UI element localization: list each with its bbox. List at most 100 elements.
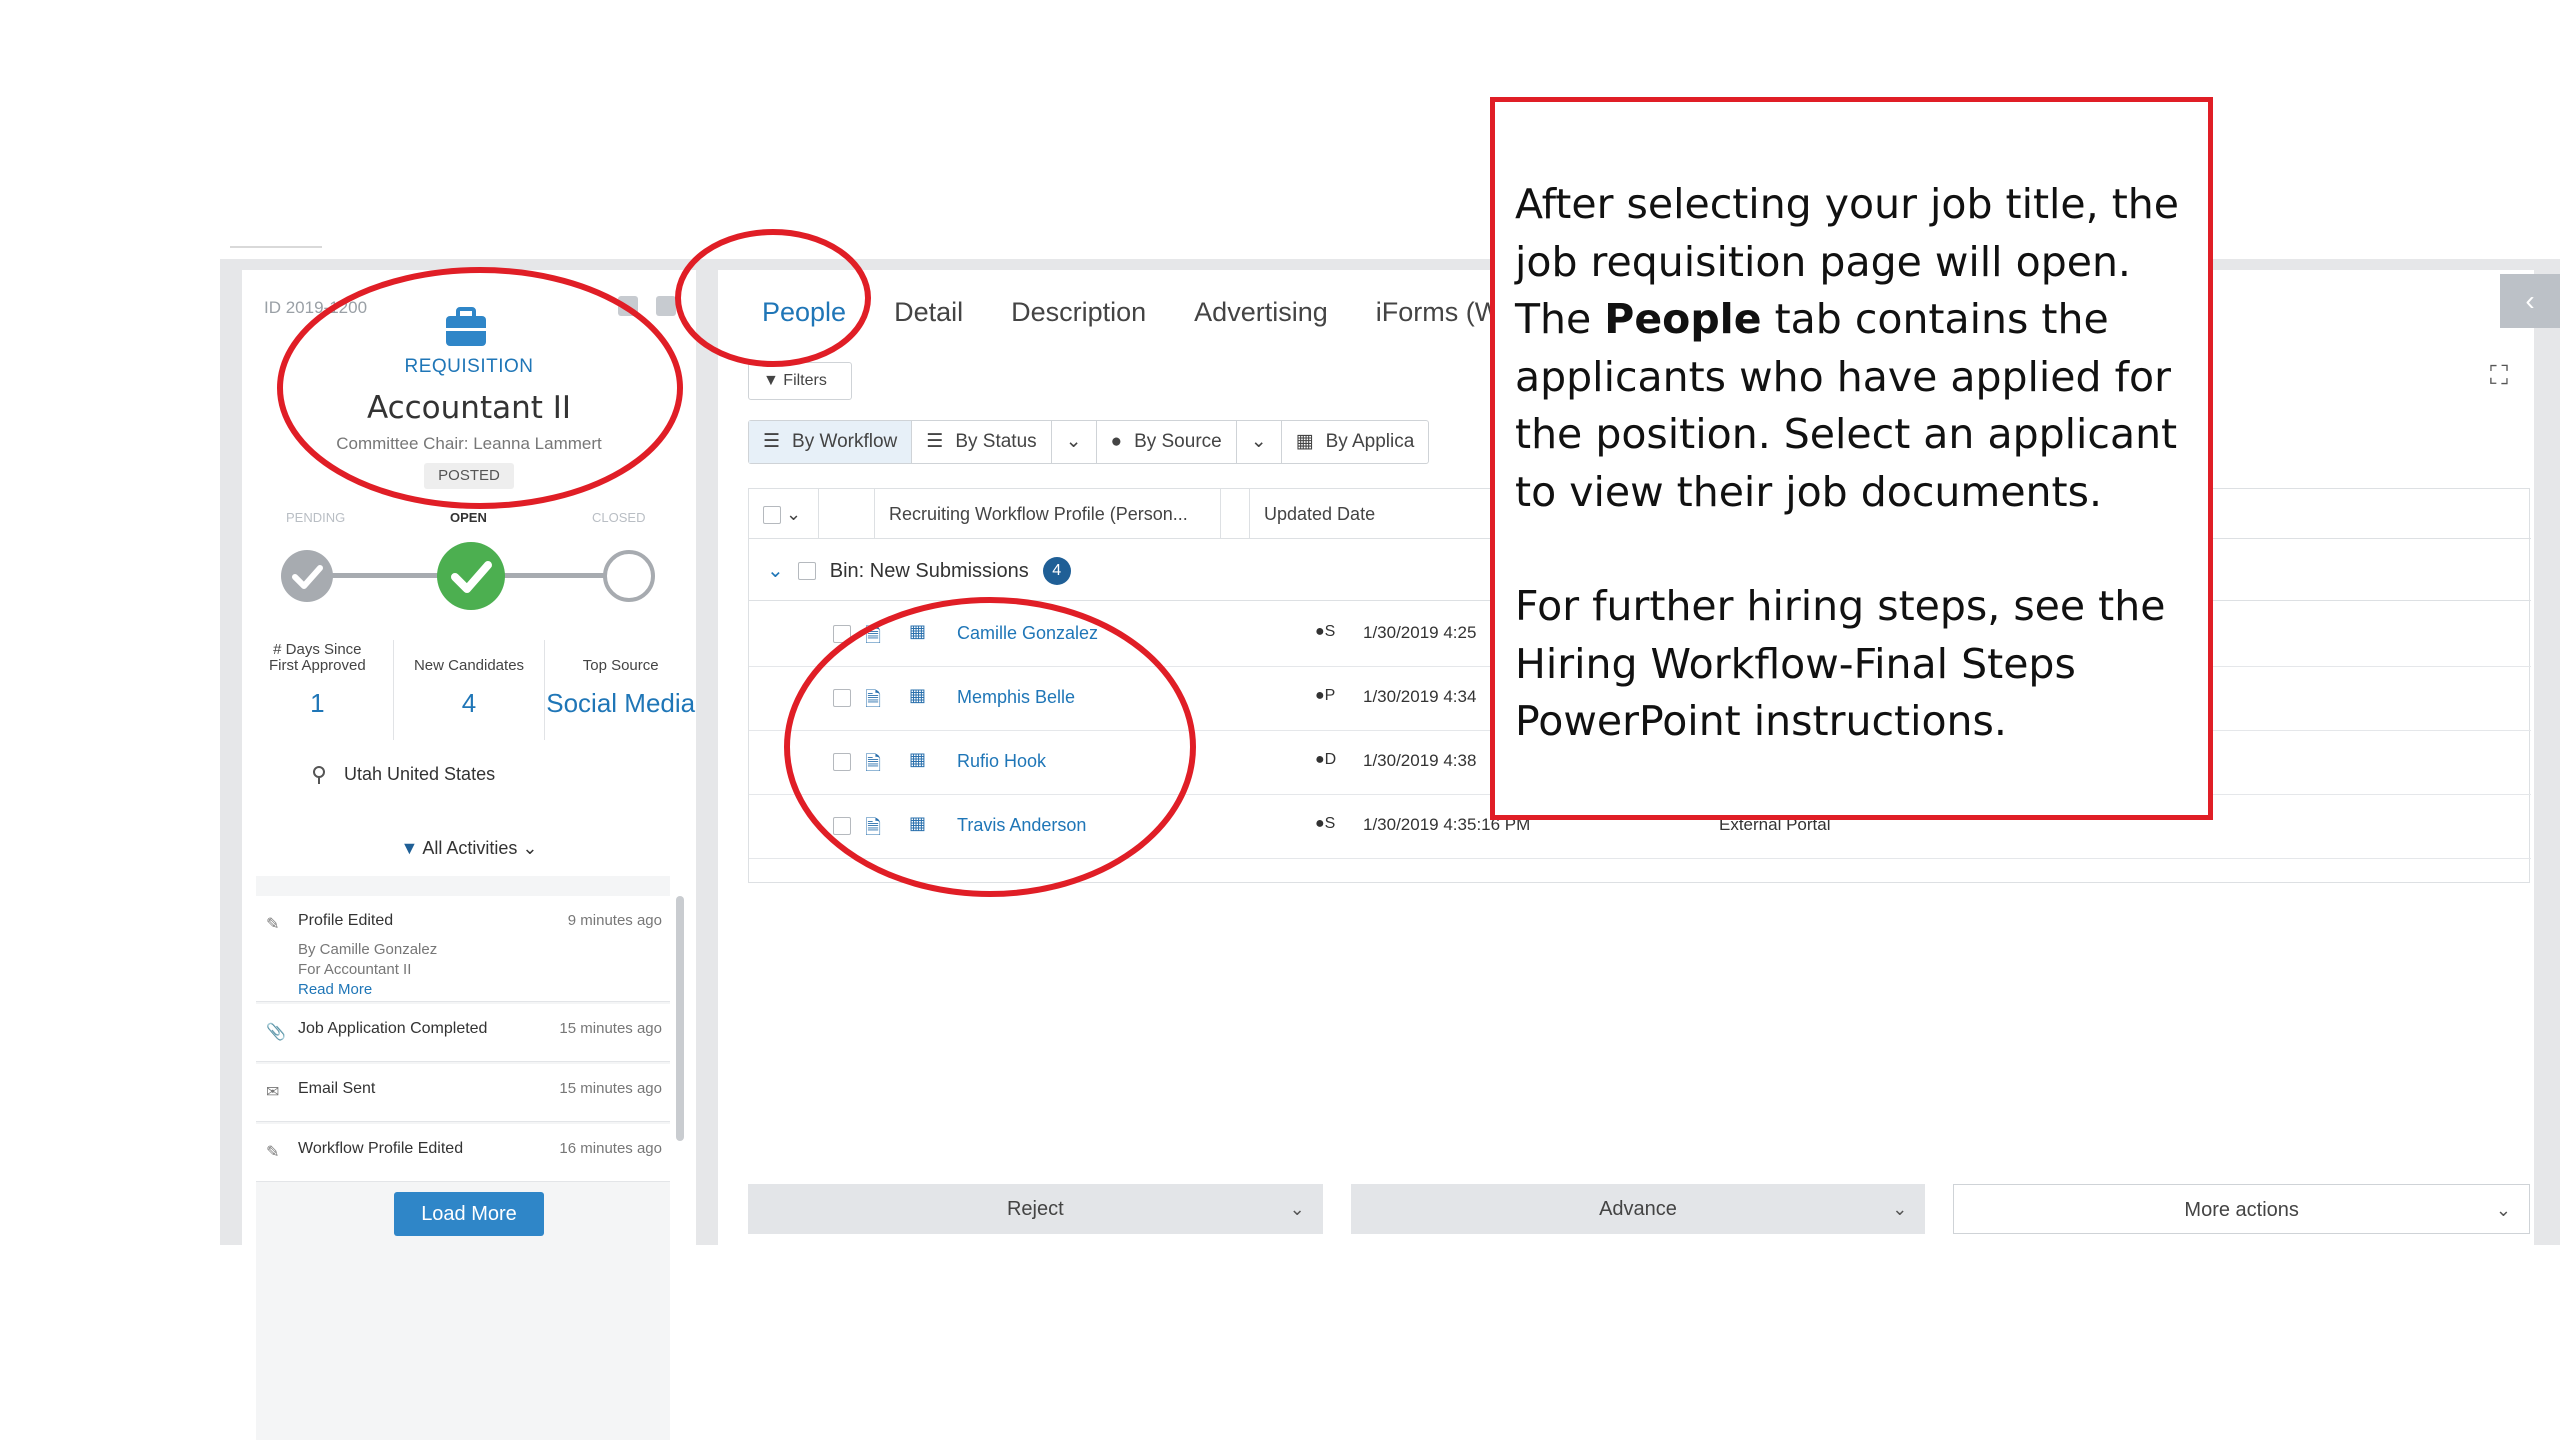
advance-button[interactable]: Advance ⌄ [1350,1184,1926,1234]
chevron-down-icon: ⌄ [767,559,784,582]
feed-scrollbar[interactable] [676,896,684,1141]
funnel-icon: ▼ [400,838,419,858]
row-checkbox[interactable] [833,625,851,643]
stage-pending-check-icon [281,550,333,602]
stage-open-check-icon [437,542,505,610]
feed-item-time: 16 minutes ago [559,1140,662,1157]
feed-item-by: By Camille Gonzalez [298,941,438,958]
filters-button[interactable]: ▼ Filters [748,362,852,400]
chevron-down-icon: ⌄ [786,504,802,524]
select-all-checkbox[interactable] [763,506,781,525]
tab-advertising[interactable]: Advertising [1170,280,1352,360]
reject-button[interactable]: Reject ⌄ [748,1184,1323,1234]
globe-icon: ● [1315,623,1325,640]
chart-icon: ▦ [1295,431,1314,452]
briefcase-icon [446,307,486,346]
col-profile[interactable]: Recruiting Workflow Profile (Person... [875,489,1221,539]
applicant-name[interactable]: Camille Gonzalez [957,623,1098,644]
view-by-status-label: By Status [955,431,1037,452]
applicant-name[interactable]: Travis Anderson [957,815,1086,836]
view-by-application[interactable]: ▦ By Applica [1282,421,1429,463]
feed-item[interactable]: 📎 Job Application Completed 15 minutes a… [256,1004,670,1062]
globe-icon: ● [1315,751,1325,768]
globe-icon: ● [1110,431,1123,452]
feed-item-for: For Accountant II [298,961,412,978]
envelope-icon: ✉ [266,1084,280,1101]
document-icon[interactable]: 🗎 [865,621,887,647]
source-indicator: ●P [1315,687,1336,704]
stat-days: # Days Since First Approved 1 [242,640,394,740]
fullscreen-icon[interactable]: ⛶ [2484,360,2514,390]
feed-item-time: 9 minutes ago [567,912,662,929]
view-by-status[interactable]: ☰ By Status [912,421,1052,463]
feed-item-title: Workflow Profile Edited [298,1140,464,1157]
chevron-down-icon: ⌄ [1289,1199,1305,1219]
stat-top-source-value[interactable]: Social Media [545,688,696,719]
updated-date: 1/30/2019 4:38 [1363,751,1477,770]
paperclip-icon: 📎 [266,1024,286,1041]
stat-new-candidates-label: New Candidates [413,657,525,674]
feed-item-time: 15 minutes ago [559,1080,662,1097]
view-by-workflow[interactable]: ☰ By Workflow [749,421,913,463]
view-by-source-dropdown[interactable]: ⌄ [1237,421,1282,463]
reject-label: Reject [1006,1198,1064,1220]
document-icon[interactable]: 🗎 [865,813,887,839]
committee-chair: Committee Chair: Leanna Lammert [336,434,602,453]
bin-checkbox[interactable] [797,561,816,580]
stage-closed-circle-icon [603,550,655,602]
activities-filter[interactable]: ▼ All Activities ⌄ [242,838,696,859]
stage-open-label: OPEN [450,510,487,525]
stat-days-label-2: First Approved [268,657,366,674]
status-badge: POSTED [424,463,514,489]
requisition-id: ID 2019-1200 [264,298,368,317]
job-title: Accountant II [366,390,572,426]
feed-item-title: Profile Edited [298,912,394,929]
bin-label: Bin: New Submissions [829,559,1029,582]
list-icon: ☰ [763,431,781,452]
document-icon[interactable]: 🗎 [865,685,887,711]
collapse-panel-button[interactable]: ‹ [2500,274,2560,328]
row-checkbox[interactable] [833,817,851,835]
view-by-status-dropdown[interactable]: ⌄ [1052,421,1097,463]
activity-feed: ✎ Profile Edited 9 minutes ago By Camill… [256,876,684,1440]
tab-description[interactable]: Description [987,280,1170,360]
profile-card-icon[interactable]: ▦ [909,685,931,711]
read-more-link[interactable]: Read More [298,981,372,998]
chevron-down-icon: ⌄ [1250,431,1267,452]
source-indicator: ●S [1315,815,1336,832]
profile-card-icon[interactable]: ▦ [909,813,931,839]
more-actions-button[interactable]: More actions ⌄ [1953,1184,2531,1234]
stage-closed-label: CLOSED [592,510,646,525]
stat-new-candidates-value[interactable]: 4 [394,688,545,719]
feed-item[interactable]: ✎ Workflow Profile Edited 16 minutes ago [256,1124,670,1182]
requisition-label: REQUISITION [404,356,534,377]
print-icon[interactable] [656,296,676,316]
source-indicator: ●S [1315,623,1336,640]
edit-icon[interactable] [618,296,638,316]
row-checkbox[interactable] [833,689,851,707]
row-checkbox[interactable] [833,753,851,771]
updated-date: 1/30/2019 4:34 [1363,687,1477,706]
profile-card-icon[interactable]: ▦ [909,621,931,647]
chevron-left-icon: ‹ [2525,285,2535,316]
chevron-down-icon: ⌄ [522,838,538,858]
tab-detail[interactable]: Detail [870,280,987,360]
feed-item-title: Email Sent [298,1080,376,1097]
document-icon[interactable]: 🗎 [865,749,887,775]
stat-days-value[interactable]: 1 [242,688,393,719]
view-by-source[interactable]: ● By Source [1097,421,1237,463]
callout-paragraph-1: After selecting your job title, the job … [1515,176,2190,521]
view-by-application-label: By Applica [1325,431,1415,452]
applicant-name[interactable]: Rufio Hook [957,751,1046,772]
feed-item[interactable]: ✎ Profile Edited 9 minutes ago By Camill… [256,896,670,1002]
globe-icon: ● [1315,687,1325,704]
profile-card-icon[interactable]: ▦ [909,749,931,775]
panel-tools [618,296,676,316]
load-more-button[interactable]: Load More [394,1192,544,1236]
applicant-name[interactable]: Memphis Belle [957,687,1075,708]
select-all-cell[interactable]: ⌄ [749,489,819,539]
feed-item[interactable]: ✉ Email Sent 15 minutes ago [256,1064,670,1122]
tab-people[interactable]: People [738,280,870,360]
location: Utah United States [312,764,495,785]
updated-date: 1/30/2019 4:25 [1363,623,1477,642]
